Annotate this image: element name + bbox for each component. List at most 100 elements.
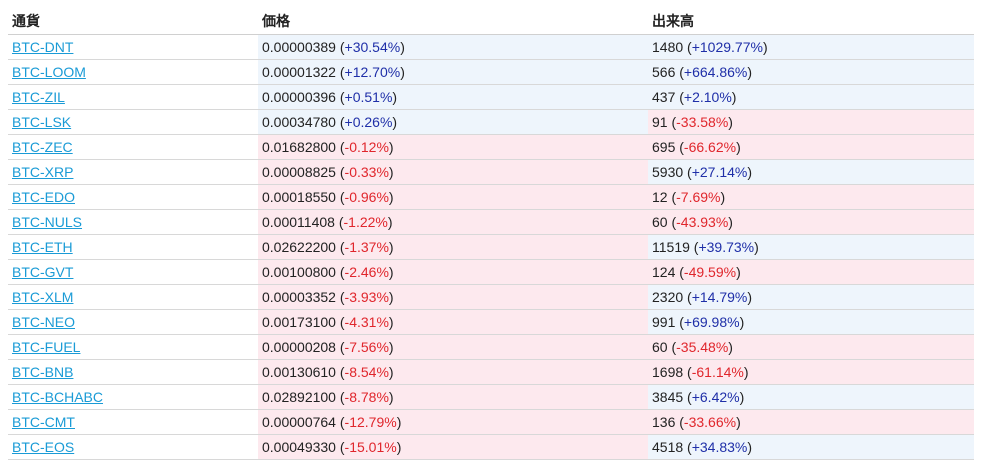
- currency-pair-link[interactable]: BTC-ETH: [12, 239, 73, 255]
- currency-cell: BTC-BCHABC: [8, 384, 258, 410]
- market-table: 通貨 価格 出来高 BTC-DNT 0.00000389 (+30.54%) 148…: [8, 8, 974, 460]
- volume-value: 11519: [652, 239, 690, 255]
- currency-cell: BTC-DNT: [8, 34, 258, 60]
- currency-cell: BTC-XRP: [8, 159, 258, 185]
- volume-cell: 991 (+69.98%): [648, 309, 974, 335]
- price-cell: 0.00001322 (+12.70%): [258, 59, 648, 85]
- currency-pair-link[interactable]: BTC-ZIL: [12, 89, 65, 105]
- header-currency: 通貨: [8, 8, 258, 35]
- volume-cell: 11519 (+39.73%): [648, 234, 974, 260]
- currency-cell: BTC-EOS: [8, 434, 258, 460]
- currency-pair-link[interactable]: BTC-BCHABC: [12, 389, 103, 405]
- price-cell: 0.01682800 (-0.12%): [258, 134, 648, 160]
- table-row: BTC-EOS 0.00049330 (-15.01%) 4518 (+34.83%…: [8, 434, 974, 460]
- price-cell: 0.02892100 (-8.78%): [258, 384, 648, 410]
- volume-value: 4518: [652, 439, 684, 455]
- currency-pair-link[interactable]: BTC-XLM: [12, 289, 73, 305]
- currency-cell: BTC-CMT: [8, 409, 258, 435]
- table-row: BTC-XLM 0.00003352 (-3.93%) 2320 (+14.79%): [8, 284, 974, 310]
- price-cell: 0.00049330 (-15.01%): [258, 434, 648, 460]
- header-volume: 出来高: [648, 8, 974, 35]
- volume-cell: 60 (-35.48%): [648, 334, 974, 360]
- currency-pair-link[interactable]: BTC-NULS: [12, 214, 82, 230]
- currency-pair-link[interactable]: BTC-FUEL: [12, 339, 80, 355]
- volume-change: +6.42%: [691, 389, 740, 405]
- volume-value: 437: [652, 89, 676, 105]
- price-value: 0.00100800: [262, 264, 336, 280]
- price-change: -15.01%: [344, 439, 397, 455]
- currency-pair-link[interactable]: BTC-LOOM: [12, 64, 86, 80]
- currency-pair-link[interactable]: BTC-LSK: [12, 114, 71, 130]
- currency-pair-link[interactable]: BTC-DNT: [12, 39, 73, 55]
- volume-value: 2320: [652, 289, 684, 305]
- volume-cell: 5930 (+27.14%): [648, 159, 974, 185]
- currency-cell: BTC-NULS: [8, 209, 258, 235]
- volume-change: -61.14%: [691, 364, 744, 380]
- price-value: 0.00001322: [262, 64, 336, 80]
- volume-value: 695: [652, 139, 676, 155]
- price-change: -8.54%: [344, 364, 389, 380]
- volume-cell: 60 (-43.93%): [648, 209, 974, 235]
- table-row: BTC-LOOM 0.00001322 (+12.70%) 566 (+664.86…: [8, 59, 974, 85]
- price-change: +0.26%: [344, 114, 393, 130]
- price-value: 0.00018550: [262, 189, 336, 205]
- currency-pair-link[interactable]: BTC-ZEC: [12, 139, 73, 155]
- currency-pair-link[interactable]: BTC-EDO: [12, 189, 75, 205]
- price-change: -1.37%: [344, 239, 389, 255]
- volume-change: +39.73%: [698, 239, 755, 255]
- price-change: +30.54%: [344, 39, 401, 55]
- volume-value: 991: [652, 314, 676, 330]
- volume-change: -49.59%: [683, 264, 737, 280]
- table-row: BTC-DNT 0.00000389 (+30.54%) 1480 (+1029.7…: [8, 34, 974, 60]
- table-row: BTC-ZEC 0.01682800 (-0.12%) 695 (-66.62%): [8, 134, 974, 160]
- currency-cell: BTC-LSK: [8, 109, 258, 135]
- price-cell: 0.00173100 (-4.31%): [258, 309, 648, 335]
- volume-value: 91: [652, 114, 668, 130]
- price-change: -0.96%: [344, 189, 389, 205]
- table-header-row: 通貨 価格 出来高: [8, 8, 974, 35]
- volume-change: +2.10%: [683, 89, 732, 105]
- table-row: BTC-LSK 0.00034780 (+0.26%) 91 (-33.58%): [8, 109, 974, 135]
- volume-cell: 1698 (-61.14%): [648, 359, 974, 385]
- table-row: BTC-ZIL 0.00000396 (+0.51%) 437 (+2.10%): [8, 84, 974, 110]
- volume-value: 136: [652, 414, 676, 430]
- price-value: 0.00034780: [262, 114, 336, 130]
- currency-pair-link[interactable]: BTC-XRP: [12, 164, 73, 180]
- currency-pair-link[interactable]: BTC-CMT: [12, 414, 75, 430]
- table-row: BTC-ETH 0.02622200 (-1.37%) 11519 (+39.73%…: [8, 234, 974, 260]
- currency-pair-link[interactable]: BTC-GVT: [12, 264, 73, 280]
- volume-change: +664.86%: [683, 64, 748, 80]
- volume-value: 60: [652, 339, 668, 355]
- currency-pair-link[interactable]: BTC-EOS: [12, 439, 74, 455]
- price-value: 0.02892100: [262, 389, 336, 405]
- volume-value: 3845: [652, 389, 684, 405]
- currency-cell: BTC-ETH: [8, 234, 258, 260]
- volume-cell: 3845 (+6.42%): [648, 384, 974, 410]
- price-value: 0.00000208: [262, 339, 336, 355]
- volume-change: +27.14%: [691, 164, 748, 180]
- price-change: -7.56%: [344, 339, 389, 355]
- price-value: 0.00003352: [262, 289, 336, 305]
- price-cell: 0.00000396 (+0.51%): [258, 84, 648, 110]
- volume-value: 124: [652, 264, 676, 280]
- currency-pair-link[interactable]: BTC-NEO: [12, 314, 75, 330]
- price-cell: 0.00100800 (-2.46%): [258, 259, 648, 285]
- table-row: BTC-XRP 0.00008825 (-0.33%) 5930 (+27.14%): [8, 159, 974, 185]
- volume-change: -7.69%: [676, 189, 721, 205]
- volume-cell: 136 (-33.66%): [648, 409, 974, 435]
- price-cell: 0.00000389 (+30.54%): [258, 34, 648, 60]
- currency-cell: BTC-GVT: [8, 259, 258, 285]
- price-change: -12.79%: [344, 414, 397, 430]
- market-table-container: 通貨 価格 出来高 BTC-DNT 0.00000389 (+30.54%) 148…: [8, 8, 974, 460]
- price-value: 0.00008825: [262, 164, 336, 180]
- price-cell: 0.00003352 (-3.93%): [258, 284, 648, 310]
- volume-cell: 12 (-7.69%): [648, 184, 974, 210]
- volume-cell: 437 (+2.10%): [648, 84, 974, 110]
- price-value: 0.00130610: [262, 364, 336, 380]
- volume-value: 5930: [652, 164, 684, 180]
- currency-pair-link[interactable]: BTC-BNB: [12, 364, 73, 380]
- price-cell: 0.00018550 (-0.96%): [258, 184, 648, 210]
- table-row: BTC-NEO 0.00173100 (-4.31%) 991 (+69.98%): [8, 309, 974, 335]
- price-change: +0.51%: [344, 89, 393, 105]
- price-cell: 0.00011408 (-1.22%): [258, 209, 648, 235]
